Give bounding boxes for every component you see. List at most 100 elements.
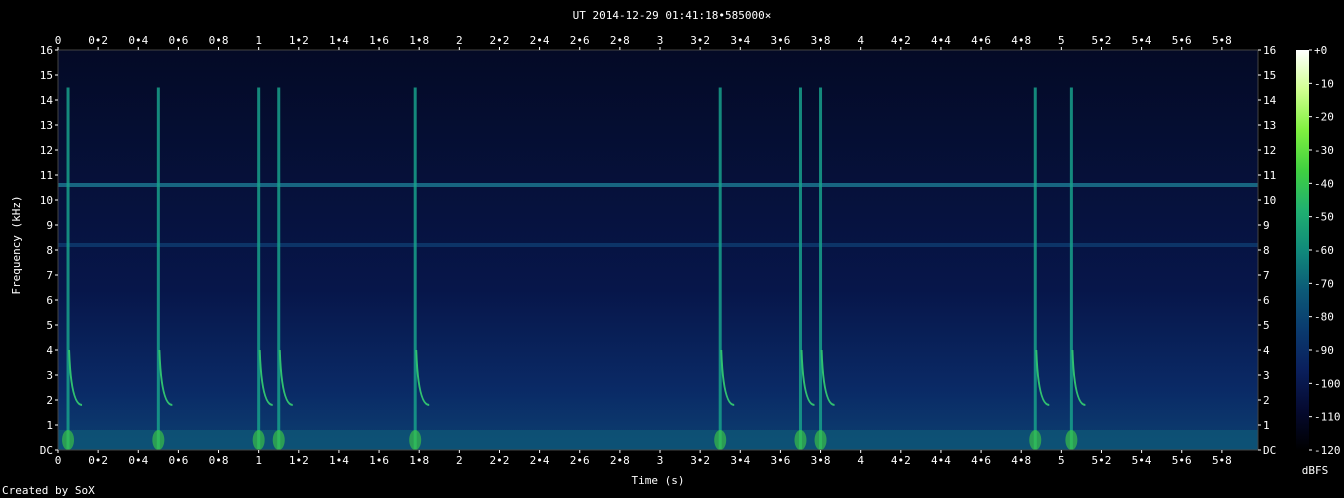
y-tick-label-right: 2 xyxy=(1263,394,1270,407)
y-tick-label-left: 14 xyxy=(40,94,54,107)
transient-base xyxy=(714,430,727,450)
x-tick-label-bottom: 0 xyxy=(55,454,62,467)
x-tick-label-bottom: 2•2 xyxy=(490,454,510,467)
transient-base xyxy=(152,430,165,450)
x-tick-label-top: 5•2 xyxy=(1092,34,1112,47)
x-tick-label-bottom: 4•2 xyxy=(891,454,911,467)
colorbar-tick-label: -100 xyxy=(1314,377,1341,390)
transient-base xyxy=(794,430,807,450)
x-tick-label-bottom: 1•4 xyxy=(329,454,349,467)
colorbar-gradient xyxy=(1296,50,1309,450)
plot-area xyxy=(57,49,1259,451)
transient-base xyxy=(814,430,827,450)
x-tick-label-top: 2•4 xyxy=(530,34,550,47)
y-tick-label-left: 16 xyxy=(40,44,53,57)
y-tick-label-left: 12 xyxy=(40,144,53,157)
y-tick-label-right: 16 xyxy=(1263,44,1276,57)
transient-line xyxy=(277,87,281,450)
y-tick-label-left: 4 xyxy=(46,344,53,357)
colorbar-tick-label: -80 xyxy=(1314,311,1334,324)
transient-line xyxy=(798,87,802,450)
x-tick-label-top: 4 xyxy=(857,34,864,47)
credit-text: Created by SoX xyxy=(2,484,95,497)
x-tick-label-bottom: 3•8 xyxy=(811,454,831,467)
colorbar-tick-label: +0 xyxy=(1314,44,1327,57)
x-tick-label-top: 1 xyxy=(255,34,262,47)
colorbar-tick-label: -30 xyxy=(1314,144,1334,157)
low-band xyxy=(58,430,1258,450)
y-tick-label-right: DC xyxy=(1263,444,1276,457)
colorbar-tick-label: -10 xyxy=(1314,77,1334,90)
transient-line xyxy=(819,87,823,450)
transient-line xyxy=(1033,87,1037,450)
y-tick-label-left: DC xyxy=(40,444,53,457)
colorbar-tick-label: -40 xyxy=(1314,177,1334,190)
y-tick-label-right: 14 xyxy=(1263,94,1277,107)
x-tick-label-bottom: 2 xyxy=(456,454,463,467)
x-tick-label-bottom: 3•2 xyxy=(690,454,710,467)
x-tick-label-bottom: 4•6 xyxy=(971,454,991,467)
x-tick-label-bottom: 3•6 xyxy=(770,454,790,467)
y-tick-label-left: 7 xyxy=(46,269,53,282)
x-tick-label-top: 0•8 xyxy=(209,34,229,47)
x-tick-label-top: 0•2 xyxy=(88,34,108,47)
x-axis-label: Time (s) xyxy=(632,474,685,487)
transient-base xyxy=(1065,430,1078,450)
x-tick-label-top: 4•6 xyxy=(971,34,991,47)
x-tick-label-top: 3•6 xyxy=(770,34,790,47)
y-tick-label-right: 5 xyxy=(1263,319,1270,332)
x-tick-label-top: 1•6 xyxy=(369,34,389,47)
x-tick-label-top: 3 xyxy=(657,34,664,47)
colorbar-tick-label: -120 xyxy=(1314,444,1341,457)
y-tick-label-left: 11 xyxy=(40,169,53,182)
y-tick-label-left: 1 xyxy=(46,419,53,432)
y-tick-label-right: 7 xyxy=(1263,269,1270,282)
tone-line xyxy=(58,183,1258,187)
transient-base xyxy=(272,430,285,450)
y-tick-label-right: 11 xyxy=(1263,169,1276,182)
transient-line xyxy=(1069,87,1073,450)
x-tick-label-bottom: 5•8 xyxy=(1212,454,1232,467)
x-tick-label-bottom: 1•6 xyxy=(369,454,389,467)
x-tick-label-top: 2•6 xyxy=(570,34,590,47)
y-tick-label-right: 12 xyxy=(1263,144,1276,157)
transient-base xyxy=(409,430,422,450)
x-tick-label-top: 4•4 xyxy=(931,34,951,47)
y-tick-label-left: 9 xyxy=(46,219,53,232)
x-tick-label-bottom: 4 xyxy=(857,454,864,467)
x-tick-label-top: 5•4 xyxy=(1132,34,1152,47)
colorbar-tick-label: -60 xyxy=(1314,244,1334,257)
y-tick-label-left: 5 xyxy=(46,319,53,332)
x-tick-label-bottom: 1•2 xyxy=(289,454,309,467)
transient-base xyxy=(252,430,265,450)
y-tick-label-right: 1 xyxy=(1263,419,1270,432)
x-tick-label-bottom: 2•8 xyxy=(610,454,630,467)
spectrogram-chart: UT 2014-12-29 01:41:18•585000× 0 0 0•2 0•2 0… xyxy=(10,9,1341,487)
x-tick-label-bottom: 5 xyxy=(1058,454,1065,467)
y-tick-label-left: 10 xyxy=(40,194,53,207)
y-tick-label-right: 3 xyxy=(1263,369,1270,382)
y-axis-label: Frequency (kHz) xyxy=(10,195,23,294)
x-tick-label-top: 3•4 xyxy=(730,34,750,47)
x-tick-label-bottom: 3 xyxy=(657,454,664,467)
x-tick-label-bottom: 4•4 xyxy=(931,454,951,467)
y-tick-label-right: 8 xyxy=(1263,244,1270,257)
x-tick-label-top: 0•4 xyxy=(128,34,148,47)
colorbar-tick-label: -110 xyxy=(1314,411,1341,424)
x-tick-label-bottom: 0•8 xyxy=(209,454,229,467)
x-tick-label-bottom: 3•4 xyxy=(730,454,750,467)
x-tick-label-top: 1•2 xyxy=(289,34,309,47)
x-tick-label-top: 3•8 xyxy=(811,34,831,47)
colorbar-tick-label: -70 xyxy=(1314,277,1334,290)
x-tick-label-bottom: 0•6 xyxy=(168,454,188,467)
colorbar-tick-label: -50 xyxy=(1314,211,1334,224)
y-tick-label-right: 6 xyxy=(1263,294,1270,307)
x-tick-label-top: 0 xyxy=(55,34,62,47)
x-tick-label-top: 2 xyxy=(456,34,463,47)
y-tick-label-left: 6 xyxy=(46,294,53,307)
transient-base xyxy=(62,430,75,450)
transient-line xyxy=(156,87,160,450)
y-tick-label-left: 15 xyxy=(40,69,53,82)
y-tick-label-left: 13 xyxy=(40,119,53,132)
y-tick-label-left: 8 xyxy=(46,244,53,257)
